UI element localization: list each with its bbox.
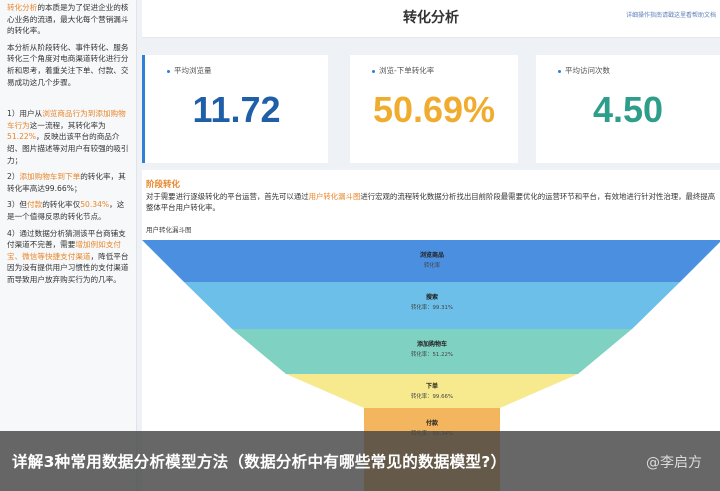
bullet-icon [372,69,375,73]
funnel-stage-1[interactable] [142,240,720,282]
finding-4: 4）通过数据分析猜测该平台商铺支付渠道不完善，需要增加例如支付宝、微信等快捷支付… [7,228,130,286]
finding-2-prefix: 2） [7,172,20,182]
finding-3-prefix: 3）但 [7,200,28,210]
kpi-card-avg-visits: 平均访问次数 4.50 [536,55,720,163]
finding-3: 3）但付款的转化率仅50.34%，这是一个值得反思的转化节点。 [7,199,130,222]
finding-2-highlight: 添加购物车到下单 [19,172,81,182]
help-doc-link[interactable]: 详细操作指南请戳这里看帮助文档 [626,10,716,19]
caption-bar: 详解3种常用数据分析模型方法（数据分析中有哪些常见的数据模型?） @李启方 [0,431,720,491]
caption-text: 详解3种常用数据分析模型方法（数据分析中有哪些常见的数据模型?） [12,453,507,471]
funnel-stage-name: 浏览商品 [420,251,444,259]
kpi-value: 50.69% [372,89,496,130]
finding-3-mid: 的转化率仅 [42,200,81,210]
finding-1-mid: 这一流程，其转化率为 [29,120,106,130]
intro-keyword: 转化分析 [7,3,38,12]
funnel-stage-name: 下单 [426,382,438,390]
kpi-label: 平均浏览量 [167,65,212,76]
kpi-card-avg-views: 平均浏览量 11.72 [142,55,328,163]
funnel-chart-label: 用户转化漏斗图 [146,226,192,234]
finding-1-rate: 51.22% [7,132,36,142]
finding-1: 1）用户从浏览商品行为到添加购物车行为这一流程，其转化率为51.22%，反映出该… [7,108,130,166]
funnel-stage-name: 搜索 [426,293,438,301]
kpi-label: 浏览-下单转化率 [372,65,434,76]
finding-2: 2）添加购物车到下单的转化率，其转化率高达99.66%； [7,171,130,194]
kpi-value: 4.50 [592,89,664,130]
finding-3-rate: 50.34% [80,200,110,210]
stage-description: 对于需要进行逐级转化的平台运营，首先可以通过用户转化漏斗图进行宏观的流程转化数据… [146,191,716,213]
funnel-stage-rate: 转化率：51.22% [411,350,453,358]
funnel-stage-name: 添加购物车 [417,340,447,348]
finding-3-highlight: 付款 [27,200,43,210]
funnel-stage-name: 付款 [426,419,439,427]
kpi-label: 平均访问次数 [558,65,610,76]
desc-prefix: 对于需要进行逐级转化的平台运营，首先可以通过 [146,192,309,201]
sidebar-intro: 转化分析的本质是为了促进企业的核心业务的流通，最大化每个营销漏斗的转化率。 [7,2,130,37]
funnel-stage-rate: 转化率：99.31% [411,303,453,311]
watermark: @李启方 [646,455,702,471]
bullet-icon [558,69,561,73]
sidebar-para-scope: 本分析从阶段转化、事件转化、服务转化三个角度对电商渠道转化进行分析和思考，着重关… [7,42,129,87]
kpi-value: 11.72 [192,89,281,130]
analysis-sidebar: 转化分析的本质是为了促进企业的核心业务的流通，最大化每个营销漏斗的转化率。 本分… [0,0,137,491]
desc-highlight: 用户转化漏斗图 [308,192,361,201]
funnel-stage-4[interactable] [286,374,578,408]
bullet-icon [167,69,170,73]
finding-1-prefix: 1）用户从 [7,109,43,119]
funnel-stage-rate: 转化率：99.66% [411,392,453,400]
title-bar: 转化分析 详细操作指南请戳这里看帮助文档 [142,0,720,38]
kpi-label-text: 平均浏览量 [174,66,212,75]
dashboard-main: 转化分析 详细操作指南请戳这里看帮助文档 平均浏览量 11.72 浏览-下单转化… [142,0,720,491]
kpi-label-text: 浏览-下单转化率 [379,66,435,75]
stage-title: 阶段转化 [146,180,181,190]
kpi-card-view-order-rate: 浏览-下单转化率 50.69% [350,55,518,163]
kpi-label-text: 平均访问次数 [565,66,610,75]
funnel-stage-rate: 转化率 [424,261,441,269]
